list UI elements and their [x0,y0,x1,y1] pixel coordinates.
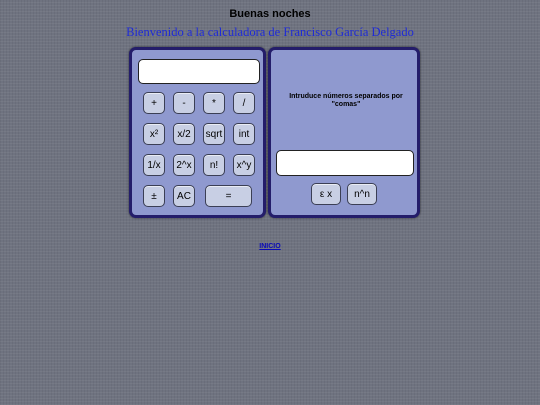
divide-button[interactable]: / [233,92,255,114]
square-button[interactable]: x² [143,123,165,145]
greeting-heading: Buenas noches [229,8,311,20]
minus-button[interactable]: - [173,92,195,114]
welcome-title: Bienvenido a la calculadora de Francisco… [126,25,414,39]
half-button[interactable]: x/2 [173,123,195,145]
power-n-button[interactable]: n^n [347,183,377,205]
equals-button[interactable]: = [205,185,252,207]
int-button[interactable]: int [233,123,255,145]
factorial-button[interactable]: n! [203,154,225,176]
multiply-button[interactable]: * [203,92,225,114]
clear-button[interactable]: AC [173,185,195,207]
sqrt-button[interactable]: sqrt [203,123,225,145]
list-instruction: Intruduce números separados por "comas" [289,93,403,108]
list-panel: Intruduce números separados por "comas" … [268,47,420,218]
sum-button[interactable]: ε x [311,183,341,205]
calculator-panel: + - * / x² x/2 sqrt int 1/x 2^x n! x^y ±… [129,47,266,218]
power-button[interactable]: x^y [233,154,255,176]
sign-button[interactable]: ± [143,185,165,207]
numbers-input[interactable] [276,150,414,176]
reciprocal-button[interactable]: 1/x [143,154,165,176]
pow2-button[interactable]: 2^x [173,154,195,176]
plus-button[interactable]: + [143,92,165,114]
calculator-display[interactable] [138,59,260,84]
home-link[interactable]: INICIO [0,243,540,250]
